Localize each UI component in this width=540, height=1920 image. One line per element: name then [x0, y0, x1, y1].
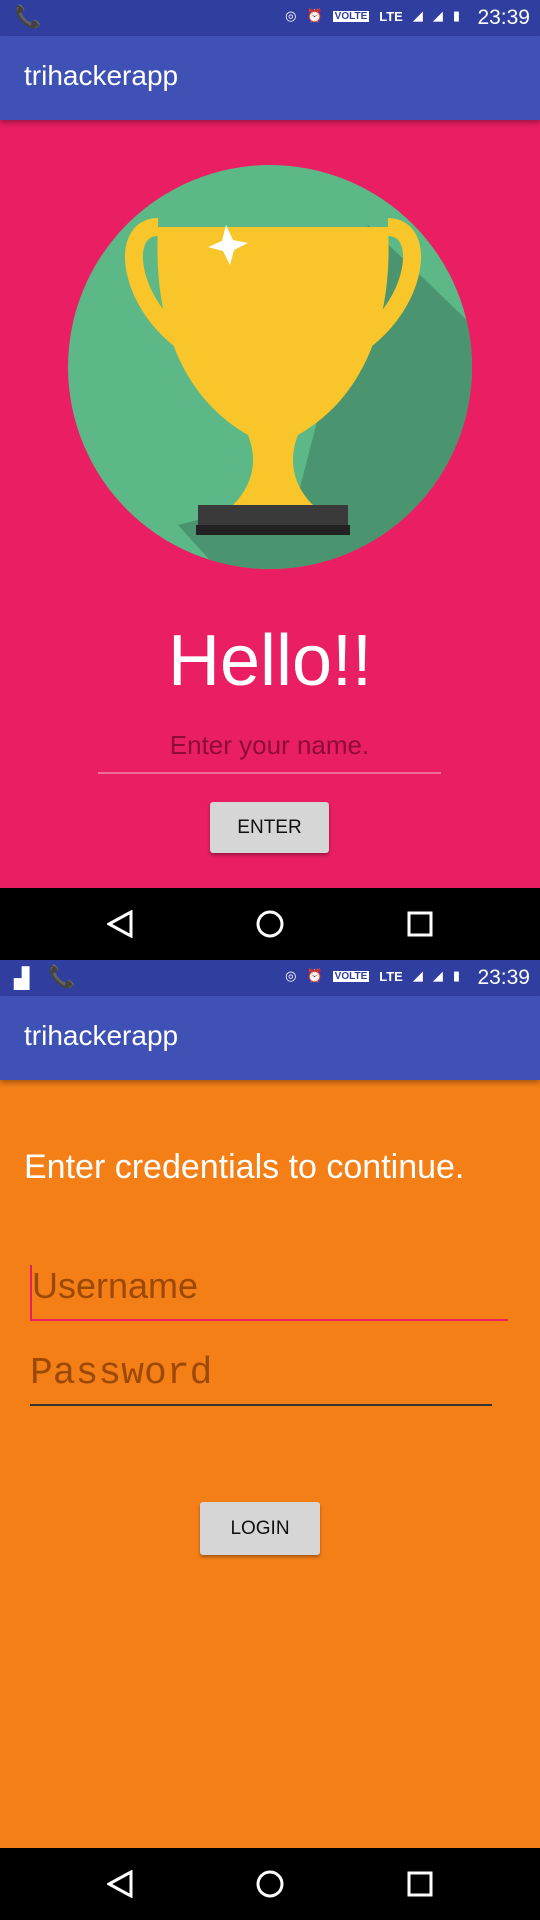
- back-icon[interactable]: [107, 910, 133, 938]
- image-icon: ▟: [14, 968, 30, 990]
- hotspot-icon: ◎: [285, 8, 297, 23]
- enter-button[interactable]: ENTER: [210, 802, 329, 853]
- login-button[interactable]: LOGIN: [200, 1502, 320, 1555]
- hotspot-icon: ◎: [285, 968, 297, 983]
- home-icon[interactable]: [256, 910, 284, 938]
- signal-icon: ◢: [412, 968, 423, 983]
- trophy-icon: [68, 165, 472, 569]
- call-chat-icon: 📞: [14, 4, 42, 29]
- battery-icon: ▮: [452, 8, 460, 23]
- welcome-screen: Hello!! Enter your name. ENTER: [0, 120, 540, 888]
- lte-icon: LTE: [379, 968, 403, 984]
- username-input[interactable]: Username: [30, 1265, 508, 1321]
- back-icon[interactable]: [107, 1870, 133, 1898]
- greeting-heading: Hello!!: [167, 621, 373, 701]
- name-input[interactable]: Enter your name.: [98, 730, 441, 774]
- signal-icon: ◢: [412, 8, 423, 23]
- nav-bar-2: [0, 1848, 540, 1920]
- username-placeholder: Username: [32, 1265, 199, 1306]
- call-chat-icon: 📞: [48, 964, 76, 989]
- nav-bar: [0, 888, 540, 960]
- battery-icon: ▮: [452, 968, 460, 983]
- alarm-icon: ⏰: [306, 968, 323, 983]
- status-time: 23:39: [477, 6, 530, 29]
- status-time: 23:39: [477, 966, 530, 989]
- app-title: trihackerapp: [24, 60, 179, 91]
- name-placeholder: Enter your name.: [169, 730, 370, 760]
- password-placeholder: Password: [30, 1352, 213, 1395]
- home-icon[interactable]: [256, 1870, 284, 1898]
- status-icons: ◎ ⏰ VOLTE LTE ◢ ◢ ▮: [285, 968, 460, 984]
- status-icons: ◎ ⏰ VOLTE LTE ◢ ◢ ▮: [285, 8, 460, 24]
- signal-icon-2: ◢: [432, 968, 443, 983]
- app-bar-2: trihackerapp: [0, 996, 540, 1080]
- login-screen: Enter credentials to continue. Username …: [0, 1080, 540, 1848]
- recents-icon[interactable]: [407, 1871, 433, 1897]
- signal-icon-2: ◢: [432, 8, 443, 23]
- app-title: trihackerapp: [24, 1020, 179, 1051]
- volte-icon: VOLTE: [332, 970, 370, 982]
- status-bar-2: ▟ 📞 ◎ ⏰ VOLTE LTE ◢ ◢ ▮ 23:39: [0, 960, 540, 996]
- volte-icon: VOLTE: [332, 10, 370, 22]
- lte-icon: LTE: [379, 8, 403, 24]
- status-bar: 📞 ◎ ⏰ VOLTE LTE ◢ ◢ ▮ 23:39: [0, 0, 540, 36]
- alarm-icon: ⏰: [306, 8, 323, 23]
- credentials-prompt: Enter credentials to continue.: [24, 1148, 465, 1186]
- password-input[interactable]: Password: [30, 1352, 492, 1406]
- recents-icon[interactable]: [407, 911, 433, 937]
- app-bar: trihackerapp: [0, 36, 540, 120]
